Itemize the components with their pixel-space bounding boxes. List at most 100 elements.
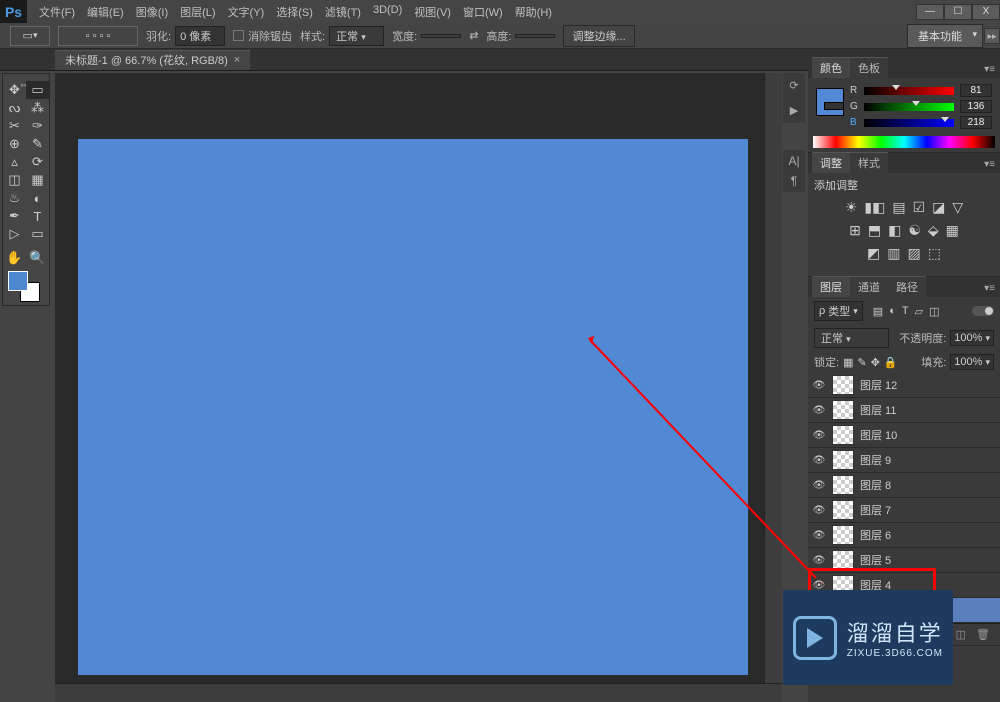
close-button[interactable]: X bbox=[972, 4, 1000, 20]
character-icon[interactable]: A| bbox=[788, 154, 799, 168]
g-value[interactable]: 136 bbox=[960, 100, 992, 113]
visibility-icon[interactable]: 👁 bbox=[812, 455, 826, 466]
filter-pixel-icon[interactable]: ▤ bbox=[873, 305, 883, 318]
menu-edit[interactable]: 编辑(E) bbox=[81, 0, 130, 24]
adj-levels-icon[interactable]: ▮◧ bbox=[864, 199, 885, 216]
adj-photo-filter-icon[interactable]: ◧ bbox=[888, 222, 901, 239]
canvas-scrollbar[interactable] bbox=[764, 73, 782, 684]
layer-thumb[interactable] bbox=[832, 450, 854, 470]
path-select-tool[interactable]: ▷ bbox=[3, 225, 26, 243]
crop-tool[interactable]: ✂ bbox=[3, 117, 26, 135]
eyedropper-tool[interactable]: ✑ bbox=[26, 117, 49, 135]
layer-thumb[interactable] bbox=[832, 500, 854, 520]
hand-tool[interactable]: ✋ bbox=[3, 249, 26, 267]
blend-mode-select[interactable]: 正常 ▾ bbox=[814, 328, 889, 348]
menu-select[interactable]: 选择(S) bbox=[270, 0, 319, 24]
visibility-icon[interactable]: 👁 bbox=[812, 480, 826, 491]
adjust-panel-menu[interactable]: ▾≡ bbox=[979, 156, 1000, 173]
foreground-background-swatch[interactable] bbox=[3, 267, 49, 305]
adj-brightness-icon[interactable]: ☀ bbox=[845, 199, 858, 216]
style-select[interactable]: 正常 ▾ bbox=[329, 26, 384, 46]
layer-item[interactable]: 👁图层 12 bbox=[808, 373, 1000, 398]
layer-name[interactable]: 图层 7 bbox=[860, 502, 891, 518]
layer-thumb[interactable] bbox=[832, 425, 854, 445]
paragraph-icon[interactable]: ¶ bbox=[791, 174, 797, 188]
lock-all-icon[interactable]: 🔒 bbox=[884, 356, 898, 369]
filter-smart-icon[interactable]: ◫ bbox=[929, 305, 939, 318]
marquee-tool[interactable]: ▭ bbox=[26, 81, 49, 99]
opacity-value[interactable]: 100% ▾ bbox=[950, 330, 994, 346]
lock-transparent-icon[interactable]: ▦ bbox=[843, 356, 853, 369]
menu-type[interactable]: 文字(Y) bbox=[222, 0, 271, 24]
filter-text-icon[interactable]: T bbox=[902, 305, 909, 318]
adj-vibrance-icon[interactable]: ◪ bbox=[932, 199, 945, 216]
menu-window[interactable]: 窗口(W) bbox=[457, 0, 509, 24]
brush-tool[interactable]: ✎ bbox=[26, 135, 49, 153]
menu-help[interactable]: 帮助(H) bbox=[509, 0, 558, 24]
tab-paths[interactable]: 路径 bbox=[888, 276, 926, 297]
menu-3d[interactable]: 3D(D) bbox=[367, 0, 408, 24]
current-tool-icon[interactable]: ▭▾ bbox=[10, 26, 50, 46]
adj-curves-icon[interactable]: ▤ bbox=[892, 199, 905, 216]
tab-swatches[interactable]: 色板 bbox=[850, 57, 888, 78]
adj-bw-icon[interactable]: ⬒ bbox=[868, 222, 881, 239]
delete-layer-icon[interactable]: 🗑 bbox=[976, 628, 990, 641]
r-value[interactable]: 81 bbox=[960, 84, 992, 97]
layer-thumb[interactable] bbox=[832, 550, 854, 570]
selection-mode-group[interactable]: ▫ ▫ ▫ ▫ bbox=[58, 26, 138, 46]
maximize-button[interactable]: ☐ bbox=[944, 4, 972, 20]
feather-input[interactable]: 0 像素 bbox=[175, 26, 225, 46]
layer-thumb[interactable] bbox=[832, 525, 854, 545]
adj-chanmix-icon[interactable]: ☯ bbox=[908, 222, 921, 239]
layer-name[interactable]: 图层 12 bbox=[860, 377, 897, 393]
color-panel-menu[interactable]: ▾≡ bbox=[979, 61, 1000, 78]
layer-item[interactable]: 👁图层 10 bbox=[808, 423, 1000, 448]
layer-name[interactable]: 图层 6 bbox=[860, 527, 891, 543]
height-input[interactable] bbox=[515, 34, 555, 38]
visibility-icon[interactable]: 👁 bbox=[812, 580, 826, 591]
adj-poster-icon[interactable]: ◩ bbox=[867, 245, 880, 262]
layer-thumb[interactable] bbox=[832, 475, 854, 495]
adj-colbal-icon[interactable]: ⊞ bbox=[849, 222, 861, 239]
lasso-tool[interactable]: ᔓ bbox=[3, 99, 26, 117]
tab-channels[interactable]: 通道 bbox=[850, 276, 888, 297]
fill-value[interactable]: 100% ▾ bbox=[950, 354, 994, 370]
visibility-icon[interactable]: 👁 bbox=[812, 430, 826, 441]
layer-item[interactable]: 👁 图层 9 bbox=[808, 448, 1000, 473]
workspace-select[interactable]: 基本功能 bbox=[907, 24, 983, 48]
gradient-tool[interactable]: ▦ bbox=[26, 171, 49, 189]
adj-selcolor-icon[interactable]: ⬚ bbox=[928, 245, 941, 262]
eraser-tool[interactable]: ◫ bbox=[3, 171, 26, 189]
play-icon[interactable]: ▶ bbox=[783, 98, 805, 123]
filter-shape-icon[interactable]: ▱ bbox=[915, 305, 923, 318]
document-tab-close[interactable]: × bbox=[234, 54, 240, 66]
swap-wh-icon[interactable]: ⇄ bbox=[469, 29, 478, 42]
workspace-extra-button[interactable]: ▸▸ bbox=[984, 28, 1000, 44]
tab-layers[interactable]: 图层 bbox=[812, 276, 850, 297]
layer-name[interactable]: 图层 9 bbox=[860, 452, 891, 468]
layer-thumb[interactable] bbox=[832, 375, 854, 395]
tab-adjust[interactable]: 调整 bbox=[812, 152, 850, 173]
g-slider[interactable] bbox=[864, 103, 954, 111]
move-tool[interactable]: ✥ bbox=[3, 81, 26, 99]
layer-item[interactable]: 👁图层 6 bbox=[808, 523, 1000, 548]
adj-exposure-icon[interactable]: ☑ bbox=[913, 199, 926, 216]
blur-tool[interactable]: ♨ bbox=[3, 189, 26, 207]
stamp-tool[interactable]: ▵ bbox=[3, 153, 26, 171]
minimize-button[interactable]: — bbox=[916, 4, 944, 20]
menu-filter[interactable]: 滤镜(T) bbox=[319, 0, 367, 24]
adj-invert-icon[interactable]: ▦ bbox=[946, 222, 959, 239]
menu-image[interactable]: 图像(I) bbox=[130, 0, 174, 24]
layer-item[interactable]: 👁图层 8 bbox=[808, 473, 1000, 498]
layers-panel-menu[interactable]: ▾≡ bbox=[979, 280, 1000, 297]
layer-item[interactable]: 👁图层 5 bbox=[808, 548, 1000, 573]
visibility-icon[interactable]: 👁 bbox=[812, 555, 826, 566]
width-input[interactable] bbox=[421, 34, 461, 38]
healing-tool[interactable]: ⊕ bbox=[3, 135, 26, 153]
dodge-tool[interactable]: ◐ bbox=[26, 189, 49, 207]
refine-edge-button[interactable]: 调整边缘... bbox=[563, 25, 634, 47]
layer-name[interactable]: 图层 11 bbox=[860, 402, 896, 418]
foreground-color[interactable] bbox=[8, 271, 28, 291]
adj-thresh-icon[interactable]: ▥ bbox=[887, 245, 900, 262]
history-brush-tool[interactable]: ⟳ bbox=[26, 153, 49, 171]
